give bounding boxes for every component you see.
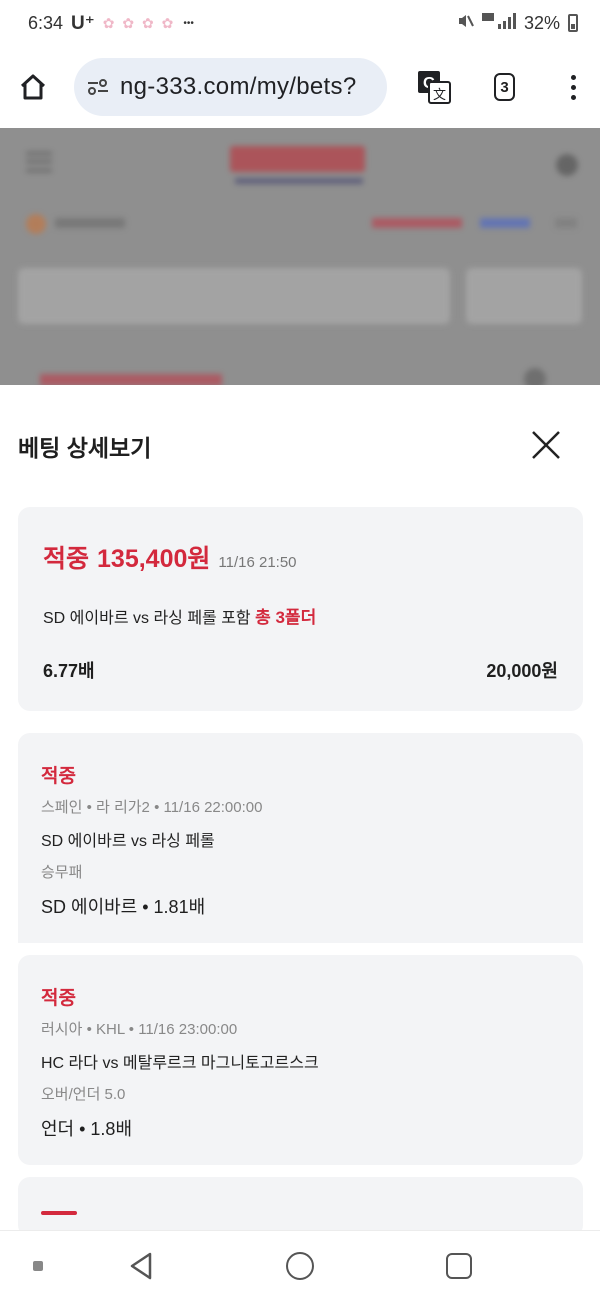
address-bar[interactable]: ng-333.com/my/bets?: [74, 58, 387, 116]
background-page-overlay[interactable]: [0, 128, 600, 385]
summary-time: 11/16 21:50: [218, 554, 297, 571]
summary-folder-count: 총 3폴더: [255, 608, 317, 627]
bet-item-card: 적중 러시아 • KHL • 11/16 23:00:00 HC 라다 vs 메…: [18, 955, 583, 1165]
status-left: 6:34 U⁺ ✿ ✿ ✿ ✿ •••: [28, 12, 194, 35]
bg-text: [480, 218, 530, 228]
bet-match: HC 라다 vs 메탈루르크 마그니토고르스크: [41, 1055, 319, 1072]
bet-pick: 언더 • 1.8배: [41, 1119, 133, 1139]
summary-status: 적중: [43, 545, 90, 573]
translate-icon: G文: [418, 71, 451, 104]
bg-site-logo: [230, 146, 365, 172]
summary-description: SD 에이바르 vs 라싱 페롤 포함 총 3폴더: [43, 603, 316, 628]
svg-text:文: 文: [433, 88, 446, 103]
bet-match: SD 에이바르 vs 라싱 페롤: [41, 833, 215, 850]
close-icon: [532, 431, 560, 459]
more-menu-icon[interactable]: [565, 69, 582, 105]
summary-stake: 20,000원: [486, 661, 558, 681]
notification-icons: ✿ ✿ ✿ ✿: [102, 14, 176, 31]
browser-toolbar: ng-333.com/my/bets? G文 3: [0, 46, 600, 128]
mute-icon: [456, 12, 474, 35]
bet-summary-card: 적중 135,400원 11/16 21:50 SD 에이바르 vs 라싱 페롤…: [18, 507, 583, 711]
summary-result-row: 적중 135,400원 11/16 21:50: [43, 539, 297, 575]
system-nav-bar: [0, 1230, 600, 1300]
bg-filter-button: [466, 268, 582, 324]
bet-item-card-partial: [18, 1177, 583, 1230]
battery-percent: 32%: [523, 12, 560, 33]
site-settings-icon[interactable]: [86, 77, 110, 97]
status-right: 32%: [456, 12, 578, 35]
bet-league-time: 스페인 • 라 리가2 • 11/16 22:00:00: [41, 799, 263, 816]
url-text[interactable]: ng-333.com/my/bets?: [120, 73, 356, 101]
bg-filter-select: [18, 268, 450, 324]
bet-status: 적중: [41, 766, 76, 787]
home-icon: [20, 74, 46, 100]
bg-text: [372, 218, 462, 228]
bet-status-partial: [41, 1211, 77, 1215]
bet-status: 적중: [41, 988, 76, 1009]
translate-button[interactable]: G文: [417, 69, 451, 105]
home-button[interactable]: [18, 69, 48, 105]
bet-detail-sheet: 베팅 상세보기 적중 135,400원 11/16 21:50 SD 에이바르 …: [0, 385, 600, 1230]
more-notifications-icon: •••: [183, 17, 194, 29]
bet-item-card: 적중 스페인 • 라 리가2 • 11/16 22:00:00 SD 에이바르 …: [18, 733, 583, 943]
bg-user-icon: [556, 154, 578, 176]
background-page-content: [0, 128, 600, 385]
status-bar: 6:34 U⁺ ✿ ✿ ✿ ✿ ••• 32%: [0, 0, 600, 46]
bg-site-logo-sub: [235, 178, 363, 184]
bg-coin-icon: [26, 214, 46, 234]
sheet-title: 베팅 상세보기: [18, 435, 152, 461]
summary-desc-text: SD 에이바르 vs 라싱 페롤 포함: [43, 610, 251, 627]
summary-odds: 6.77배: [43, 661, 95, 681]
carrier-label: U⁺: [71, 12, 95, 34]
tab-switcher-button[interactable]: 3: [494, 73, 515, 101]
bg-icon: [524, 368, 546, 385]
nav-keyboard-icon[interactable]: [33, 1261, 43, 1271]
bet-market: 오버/언더 5.0: [41, 1086, 126, 1103]
back-icon[interactable]: [128, 1251, 154, 1281]
recent-apps-icon[interactable]: [446, 1253, 472, 1279]
bg-text: [40, 374, 222, 385]
bg-hamburger-icon: [26, 152, 52, 172]
battery-icon: [568, 14, 578, 32]
summary-payout: 135,400원: [97, 545, 211, 573]
bet-pick: SD 에이바르 • 1.81배: [41, 897, 206, 917]
close-button[interactable]: [528, 427, 564, 463]
lte-signal-icon: [481, 12, 516, 35]
bet-market: 승무패: [41, 864, 83, 881]
bg-text: [555, 218, 577, 228]
bet-league-time: 러시아 • KHL • 11/16 23:00:00: [41, 1021, 238, 1038]
bg-text: [55, 218, 125, 228]
nav-home-icon[interactable]: [286, 1252, 314, 1280]
status-time: 6:34: [28, 12, 64, 33]
